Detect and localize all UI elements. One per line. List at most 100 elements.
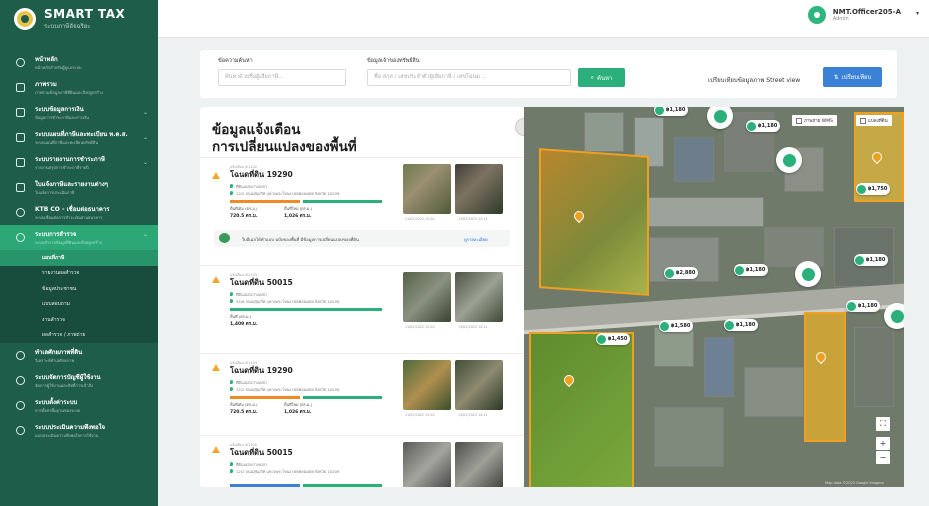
alerts-panel: ข้อมูลแจ้งเตือน การเปลี่ยนแปลงของพื้นที่… xyxy=(200,107,524,487)
sidebar-item-tax-map-registry[interactable]: ระบบแผนที่ภาษีและทะเบียน ท.ด.ส. ระบบแผนที… xyxy=(0,125,158,150)
building xyxy=(654,327,694,367)
survey-submenu: แผนที่ภาษี รายงานผลสำรวจ ข้อมูลประชาชน แ… xyxy=(0,250,158,343)
sidebar-item-payment-report[interactable]: ระบบรายงานการชำระภาษี รายงานสรุปการชำระภา… xyxy=(0,150,158,175)
caret-down-icon[interactable]: ▾ xyxy=(916,10,919,17)
search-filter-bar: ข้อความค้นหา ค้นหาด้วยชื่อผู้เสียภาษี...… xyxy=(200,50,897,98)
sidebar: SMART TAX ระบบภาษีอัจฉริยะ หน้าหลัก หน้าห… xyxy=(0,0,158,506)
warning-icon xyxy=(212,276,220,283)
cluster-marker[interactable] xyxy=(776,147,802,173)
price-marker[interactable]: ฿1,180 xyxy=(724,319,759,331)
after-image[interactable] xyxy=(455,272,503,322)
submenu-item-tax-map[interactable]: แผนที่ภาษี xyxy=(0,250,158,266)
sidebar-item-ktb-co[interactable]: KTB CO - เชื่อมต่อธนาคาร ระบบเชื่อมต่อการ… xyxy=(0,200,158,225)
alert-card[interactable]: แจ้งเตือน #1103 โฉนดที่ดิน 50015 ที่ดินแ… xyxy=(200,265,524,351)
location-pin-icon xyxy=(230,292,233,296)
fullscreen-button[interactable]: ⛶ xyxy=(876,417,890,431)
before-image[interactable] xyxy=(403,272,451,322)
land-plot[interactable] xyxy=(539,148,649,296)
location-pin-icon xyxy=(230,462,233,466)
mail-icon xyxy=(16,158,25,167)
new-area-stat: พื้นที่ใหม่ (ตร.ม.) 1,026 ตร.ม. xyxy=(284,206,313,219)
compare-icon: ⇅ xyxy=(833,73,839,81)
user-menu[interactable]: NMT.Officer205-A Admin ▾ xyxy=(807,6,919,24)
before-image[interactable] xyxy=(403,360,451,410)
view-details-link[interactable]: ดูรายละเอียด xyxy=(464,236,488,243)
alert-card[interactable]: แจ้งเตือน #1102 โฉนดที่ดิน 19290 ที่ดินแ… xyxy=(200,157,524,260)
price-marker[interactable]: ฿1,180 xyxy=(854,254,889,266)
submenu-item-questionnaire[interactable]: แบบสอบถาม xyxy=(0,297,158,313)
building xyxy=(744,367,804,417)
avatar xyxy=(807,6,826,24)
landscape-icon xyxy=(219,233,230,243)
before-image[interactable] xyxy=(403,164,451,214)
location-pin-icon xyxy=(230,380,233,384)
alert-card[interactable]: แจ้งเตือน #1105 โฉนดที่ดิน 50015 ที่ดินแ… xyxy=(200,435,524,487)
zoom-out-button[interactable]: − xyxy=(876,451,890,464)
street-view-compare-text: เปรียบเทียบข้อมูลภาพ Street view xyxy=(708,77,801,84)
price-marker[interactable]: ฿1,180 xyxy=(846,300,881,312)
alert-card[interactable]: แจ้งเตือน #1104 โฉนดที่ดิน 19290 ที่ดินแ… xyxy=(200,353,524,433)
price-marker[interactable]: ฿1,180 xyxy=(734,264,769,276)
after-image[interactable] xyxy=(455,164,503,214)
submenu-item-survey-photos[interactable]: ผลสำรวจ / ภาพถ่าย xyxy=(0,328,158,344)
submenu-item-survey-report[interactable]: รายงานผลสำรวจ xyxy=(0,266,158,282)
search-icon: ⌕ xyxy=(590,73,594,81)
cluster-marker[interactable] xyxy=(884,303,904,329)
notification-note: ใบอีเมลได้ทำแบบ ฉบับของพื้นที่ มีข้อมูลก… xyxy=(214,230,510,247)
zoom-in-button[interactable]: + xyxy=(876,437,890,450)
wallet-icon xyxy=(16,108,25,117)
satellite-map[interactable]: ฿1,180 ฿1,180 ฿1,750 ฿2,880 ฿1,180 ฿1,18… xyxy=(524,107,904,487)
sidebar-item-land-potential[interactable]: ทำเลศักยภาพที่ดิน วิเคราะห์ทำเลศักยภาพ xyxy=(0,343,158,368)
sidebar-item-overview[interactable]: ภาพรวม ภาพรวมข้อมูลภาษีที่ดินและสิ่งปลูกส… xyxy=(0,75,158,100)
building xyxy=(584,112,624,152)
compare-button[interactable]: ⇅ เปรียบเทียบ xyxy=(823,67,882,87)
after-image[interactable] xyxy=(455,442,503,487)
warning-icon xyxy=(212,364,220,371)
price-marker[interactable]: ฿1,180 xyxy=(746,120,781,132)
checkbox[interactable] xyxy=(796,117,802,124)
area-stat: พื้นที่ (ตร.ม.) 1,409 ตร.ม. xyxy=(230,314,258,327)
price-marker[interactable]: ฿1,750 xyxy=(856,183,891,195)
search-input[interactable]: ค้นหาด้วยชื่อผู้เสียภาษี... xyxy=(218,69,346,86)
brand[interactable]: SMART TAX ระบบภาษีอัจฉริยะ xyxy=(0,0,158,38)
sidebar-item-settings[interactable]: ระบบตั้งค่าระบบ การตั้งค่าพื้นฐานของระบบ xyxy=(0,393,158,418)
sidebar-item-survey[interactable]: ระบบการสำรวจ ระบบสำรวจข้อมูลที่ดินและสิ่ง… xyxy=(0,225,158,250)
search-label: ข้อความค้นหา xyxy=(218,58,253,64)
sidebar-item-home[interactable]: หน้าหลัก หน้าหลักสำหรับผู้ดูแลระบบ xyxy=(0,50,158,75)
map-attribution: Map data ©2023 Google Imagery xyxy=(825,481,884,485)
warning-icon xyxy=(212,446,220,453)
land-plot[interactable] xyxy=(529,332,634,487)
sidebar-menu: หน้าหลัก หน้าหลักสำหรับผู้ดูแลระบบ ภาพรวม… xyxy=(0,50,158,443)
sidebar-item-user-accounts[interactable]: ระบบจัดการบัญชีผู้ใช้งาน จัดการผู้ใช้งานแ… xyxy=(0,368,158,393)
submenu-item-citizen-data[interactable]: ข้อมูลประชาชน xyxy=(0,281,158,297)
land-plot[interactable] xyxy=(804,312,846,442)
sidebar-item-satisfaction[interactable]: ระบบประเมินความพึงพอใจ แบบประเมินความพึงพ… xyxy=(0,418,158,443)
user-name: NMT.Officer205-A xyxy=(832,8,901,16)
checkbox[interactable] xyxy=(860,117,866,124)
cluster-marker[interactable] xyxy=(795,261,821,287)
deed-title: โฉนดที่ดิน 50015 xyxy=(230,278,293,287)
location-pin-icon xyxy=(230,191,233,195)
layer-toggle-wms[interactable]: ภาพถ่าย WMS xyxy=(792,115,837,126)
price-marker[interactable]: ฿2,880 xyxy=(664,267,699,279)
warning-icon xyxy=(212,172,220,179)
building xyxy=(854,327,894,407)
location-icon xyxy=(16,351,25,360)
price-marker[interactable]: ฿1,450 xyxy=(596,333,631,345)
sidebar-item-finance[interactable]: ระบบข้อมูลการเงิน ข้อมูลการชำระภาษีและการ… xyxy=(0,100,158,125)
sidebar-item-tax-notices[interactable]: ใบแจ้งภาษีและรายงานต่างๆ ใบแจ้งการประเมิน… xyxy=(0,175,158,200)
smart-tax-logo xyxy=(14,8,36,30)
price-marker[interactable]: ฿1,580 xyxy=(659,320,694,332)
submenu-item-survey-tasks[interactable]: งานสำรวจ xyxy=(0,312,158,328)
layer-toggle-parcels[interactable]: แปลงที่ดิน xyxy=(856,115,892,126)
owner-search-input[interactable]: ชื่อ สกุล / เลขประจำตัวผู้เสียภาษี / เลข… xyxy=(367,69,571,86)
area-bar xyxy=(230,308,382,311)
price-marker[interactable]: ฿1,180 xyxy=(654,107,689,116)
after-image[interactable] xyxy=(455,360,503,410)
user-role: Admin xyxy=(832,16,849,22)
new-area-stat: พื้นที่ใหม่ (ตร.ม.) 1,026 ตร.ม. xyxy=(284,402,313,415)
search-button[interactable]: ⌕ ค้นหา xyxy=(578,68,625,87)
before-image[interactable] xyxy=(403,442,451,487)
owner-label: ข้อมูลเจ้าของทรัพย์สิน xyxy=(367,58,420,64)
gear-icon xyxy=(16,401,25,410)
